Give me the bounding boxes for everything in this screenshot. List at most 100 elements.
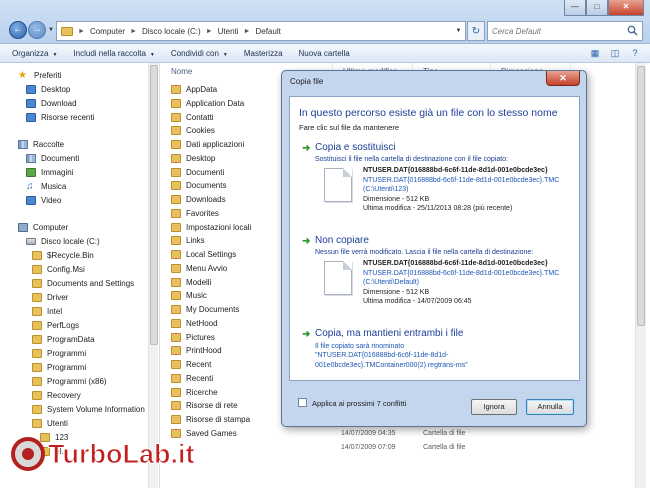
file-list-item-label: Ricerche — [186, 387, 218, 397]
folder-icon — [61, 26, 73, 36]
file-icon — [324, 261, 352, 295]
file-list-item[interactable]: Impostazioni locali — [171, 221, 251, 234]
nav-folder[interactable]: System Volume Information — [32, 403, 145, 416]
breadcrumb-computer[interactable]: Computer — [90, 27, 125, 36]
nav-folder[interactable]: Driver — [32, 291, 68, 304]
file-list-item[interactable]: Ricerche — [171, 386, 218, 399]
file-list-item[interactable]: Recenti — [171, 372, 213, 385]
recent-places-icon — [26, 113, 36, 122]
nav-download[interactable]: Download — [26, 97, 77, 110]
folder-icon — [32, 293, 42, 302]
scrollbar-thumb[interactable] — [637, 66, 645, 326]
folder-icon — [171, 277, 181, 287]
file-list-item[interactable]: Risorse di stampa — [171, 413, 250, 426]
file-list-item[interactable]: Favorites — [171, 207, 219, 220]
nav-computer[interactable]: Computer — [18, 221, 68, 234]
file-list-item[interactable]: Documenti — [171, 166, 224, 179]
scrollbar-thumb[interactable] — [150, 65, 158, 345]
file-list-item[interactable]: Menu Avvio — [171, 262, 227, 275]
nav-folder[interactable]: Programmi (x86) — [32, 375, 107, 388]
nav-folder[interactable]: PerfLogs — [32, 319, 79, 332]
nav-video[interactable]: Video — [26, 194, 61, 207]
history-dropdown-icon[interactable]: ▼ — [48, 27, 54, 33]
file-list-item[interactable]: Music — [171, 289, 207, 302]
breadcrumb-disk[interactable]: Disco locale (C:) — [142, 27, 201, 36]
nav-scrollbar[interactable] — [148, 63, 158, 488]
file-list-item[interactable]: My Documents — [171, 303, 239, 316]
nav-folder[interactable]: Documents and Settings — [32, 277, 134, 290]
new-folder-button[interactable]: Nuova cartella — [299, 49, 350, 58]
include-library-menu[interactable]: Includi nella raccolta ▼ — [73, 49, 154, 58]
dialog-subheading: Fare clic sul file da mantenere — [299, 123, 400, 132]
file-list-item[interactable]: Modelli — [171, 276, 211, 289]
share-menu[interactable]: Condividi con ▼ — [171, 49, 228, 58]
nav-images[interactable]: Immagini — [26, 166, 73, 179]
dialog-close-button[interactable]: ✕ — [546, 71, 580, 86]
maximize-button[interactable]: □ — [586, 0, 608, 16]
folder-icon — [171, 332, 181, 342]
libraries-icon — [18, 140, 28, 149]
nav-folder[interactable]: Recovery — [32, 389, 81, 402]
nav-documents[interactable]: Documenti — [26, 152, 79, 165]
window-controls: — □ ✕ — [564, 0, 644, 16]
file-list-item-label: Local Settings — [186, 250, 237, 259]
title-bar: ← → ▼ ► Computer ► Disco locale (C:) ► U… — [0, 0, 650, 44]
file-list-item[interactable]: Contatti — [171, 111, 214, 124]
file-list-item[interactable]: Pictures — [171, 331, 215, 344]
file-info: NTUSER.DAT{016888bd-6c6f-11de-8d1d-001e0… — [363, 259, 573, 307]
nav-folder[interactable]: Programmi — [32, 361, 86, 374]
nav-recent[interactable]: Risorse recenti — [26, 111, 94, 124]
refresh-button[interactable]: ↻ — [467, 21, 485, 41]
nav-folder[interactable]: Config.Msi — [32, 263, 85, 276]
breadcrumb-users[interactable]: Utenti — [218, 27, 239, 36]
nav-music[interactable]: ♫ Musica — [26, 180, 66, 193]
nav-folder[interactable]: Intel — [32, 305, 62, 318]
file-list-item[interactable]: Desktop — [171, 152, 215, 165]
organize-menu[interactable]: Organizza ▼ — [12, 49, 57, 58]
green-arrow-icon: ➜ — [302, 143, 311, 154]
nav-favorites[interactable]: ★ Preferiti — [18, 69, 62, 82]
minimize-button[interactable]: — — [564, 0, 586, 16]
nav-folder[interactable]: $Recycle.Bin — [32, 249, 94, 262]
file-list-item[interactable]: Application Data — [171, 97, 244, 110]
folder-icon — [171, 181, 181, 191]
file-list-item[interactable]: Links — [171, 234, 205, 247]
apply-to-all-checkbox[interactable] — [298, 398, 307, 407]
forward-button[interactable]: → — [28, 21, 46, 39]
window-close-button[interactable]: ✕ — [608, 0, 644, 16]
file-list-item[interactable]: PrintHood — [171, 344, 222, 357]
nav-local-disk[interactable]: Disco locale (C:) — [26, 235, 100, 248]
preview-pane-icon[interactable]: ◫ — [608, 46, 622, 60]
file-list-scrollbar[interactable] — [635, 63, 646, 488]
file-list-item[interactable]: Recent — [171, 358, 211, 371]
cancel-button[interactable]: Annulla — [526, 399, 574, 415]
search-box[interactable] — [487, 21, 643, 41]
file-list-item[interactable]: Downloads — [171, 193, 226, 206]
file-list-item[interactable]: Local Settings — [171, 248, 236, 261]
file-list-item[interactable]: Documents — [171, 179, 226, 192]
back-button[interactable]: ← — [9, 21, 27, 39]
file-list-item[interactable]: Cookies — [171, 124, 215, 137]
address-dropdown-icon[interactable]: ▼ — [451, 21, 466, 41]
search-input[interactable] — [488, 22, 618, 40]
ignore-button[interactable]: Ignora — [471, 399, 517, 415]
folder-icon — [171, 401, 181, 411]
nav-libraries[interactable]: Raccolte — [18, 138, 64, 151]
breadcrumb-default[interactable]: Default — [255, 27, 280, 36]
file-list-item[interactable]: Dati applicazioni — [171, 138, 244, 151]
help-icon[interactable]: ? — [628, 46, 642, 60]
folder-icon — [171, 85, 181, 94]
file-long-name: NTUSER.DAT{016888bd-6c6f-11de-8d1d-001e0… — [363, 176, 560, 184]
green-arrow-icon: ➜ — [302, 329, 311, 340]
view-options-icon[interactable]: ▦ — [588, 46, 602, 60]
file-list-item[interactable]: NetHood — [171, 317, 218, 330]
nav-folder-users[interactable]: Utenti — [32, 417, 68, 430]
burn-button[interactable]: Masterizza — [244, 49, 283, 58]
nav-desktop[interactable]: Desktop — [26, 83, 70, 96]
file-list-item[interactable]: Risorse di rete — [171, 399, 238, 412]
address-bar[interactable]: ► Computer ► Disco locale (C:) ► Utenti … — [56, 21, 466, 41]
file-list-item-label: Documents — [186, 181, 227, 191]
file-list-item[interactable]: AppData — [171, 83, 217, 96]
nav-folder[interactable]: Programmi — [32, 347, 86, 360]
nav-folder[interactable]: ProgramData — [32, 333, 95, 346]
